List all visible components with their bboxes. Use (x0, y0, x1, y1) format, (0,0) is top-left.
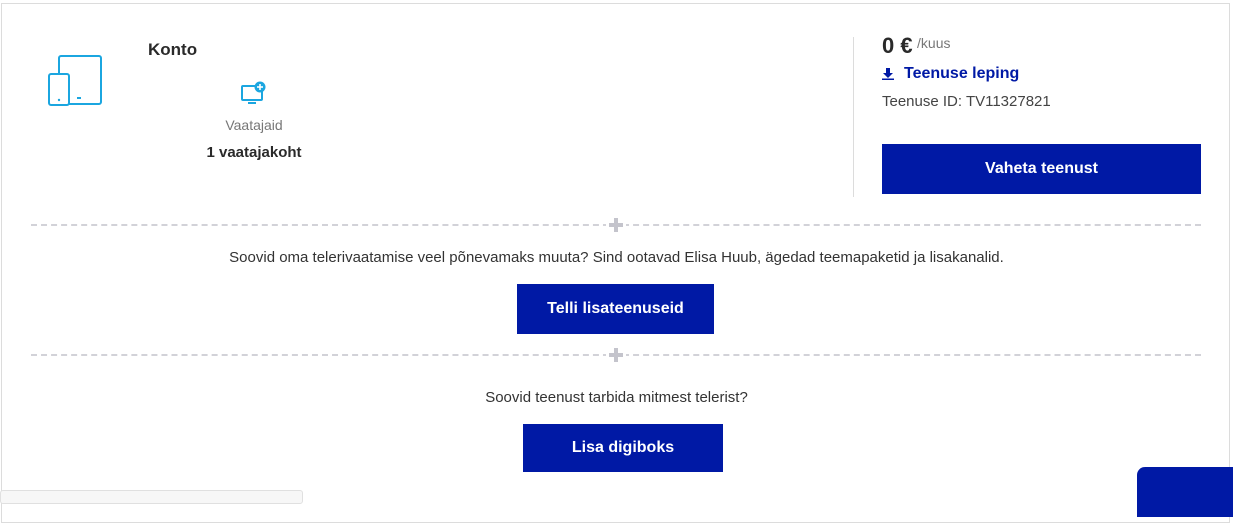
contract-link-label: Teenuse leping (904, 65, 1020, 82)
multi-tv-text: Soovid teenust tarbida mitmest telerist? (485, 389, 748, 406)
service-id: Teenuse ID: TV11327821 (882, 93, 1051, 110)
plus-icon (606, 215, 626, 235)
viewers-block: Vaatajaid 1 vaatajakoht (192, 81, 316, 161)
viewers-label: Vaatajaid (225, 117, 283, 133)
plus-icon (606, 345, 626, 365)
tablet-phone-icon (48, 55, 102, 106)
add-digibox-button[interactable]: Lisa digiboks (523, 424, 723, 472)
price: 0 € /kuus (882, 33, 951, 59)
account-title: Konto (148, 40, 198, 59)
tv-add-icon (241, 81, 266, 104)
extra-services-text: Soovid oma telerivaatamise veel põnevama… (229, 249, 1004, 266)
chat-button[interactable] (1137, 467, 1233, 517)
contract-link[interactable]: Teenuse leping (882, 65, 1019, 83)
change-service-button[interactable]: Vaheta teenust (882, 144, 1201, 194)
vertical-divider (853, 37, 854, 197)
download-icon (882, 68, 894, 80)
price-period: /kuus (917, 35, 951, 51)
order-extras-button[interactable]: Telli lisateenuseid (517, 284, 714, 334)
viewers-value: 1 vaatajakoht (206, 144, 302, 161)
price-amount: 0 € (882, 33, 913, 58)
